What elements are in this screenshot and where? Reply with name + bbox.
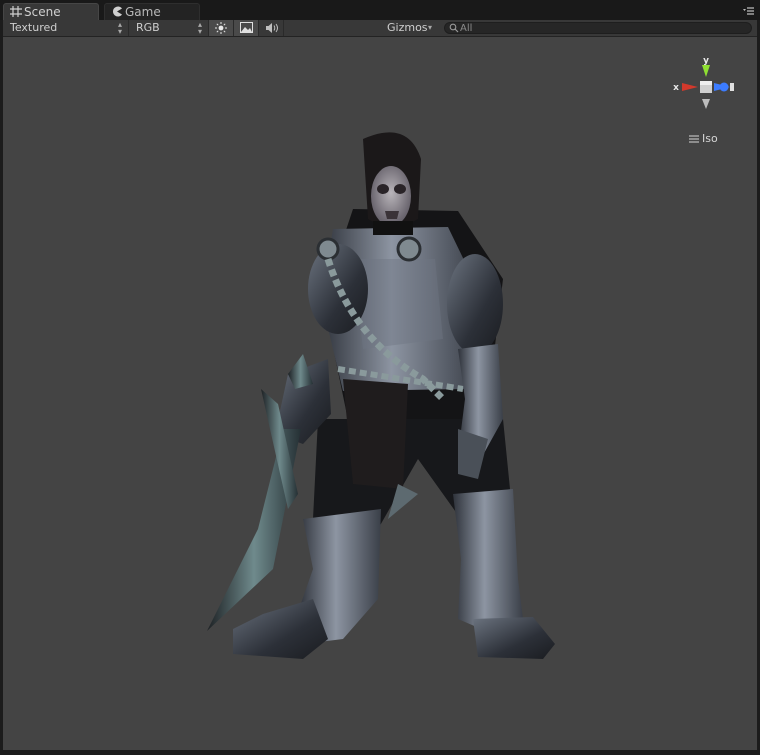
draw-mode-dropdown[interactable]: Textured ▴ ▾ <box>3 20 129 36</box>
draw-mode-label: Textured <box>10 21 58 34</box>
render-mode-label: RGB <box>136 21 160 34</box>
pacman-icon <box>111 5 123 18</box>
gizmos-label: Gizmos <box>387 21 428 34</box>
hamburger-icon <box>689 133 699 146</box>
dropdown-arrows-icon: ▴ ▾ <box>117 20 122 36</box>
gizmo-neg-x-cone[interactable] <box>730 83 734 91</box>
projection-text: Iso <box>702 132 718 145</box>
bottom-border <box>0 750 760 755</box>
search-input[interactable] <box>460 22 740 34</box>
projection-label[interactable]: Iso <box>689 132 718 146</box>
gizmo-neg-y-cone[interactable] <box>702 99 710 109</box>
dropdown-arrows-icon: ▴ ▾ <box>197 20 202 36</box>
panel-menu-icon[interactable] <box>742 6 754 16</box>
grid-icon <box>10 5 22 18</box>
tab-game-label: Game <box>125 5 161 19</box>
tab-scene-label: Scene <box>24 5 61 19</box>
gizmo-x-label: x <box>673 83 679 93</box>
render-mode-dropdown[interactable]: RGB ▴ ▾ <box>129 20 209 36</box>
scene-audio-toggle[interactable] <box>259 20 284 36</box>
search-icon <box>449 23 459 36</box>
armored-skeleton-knight-model[interactable] <box>203 99 563 659</box>
scene-viewport[interactable]: y x Iso <box>3 37 757 750</box>
gizmos-dropdown[interactable]: Gizmos ▾ <box>381 20 437 36</box>
chevron-down-icon: ▾ <box>428 23 433 32</box>
scene-effects-toggle[interactable] <box>234 20 259 36</box>
scene-toolbar: Textured ▴ ▾ RGB ▴ ▾ Gizmos ▾ All <box>3 20 757 37</box>
scene-lighting-toggle[interactable] <box>209 20 234 36</box>
orientation-gizmo[interactable]: y x <box>668 45 740 117</box>
scene-search[interactable] <box>444 22 752 34</box>
gizmo-y-label: y <box>703 56 709 66</box>
tab-game[interactable]: Game <box>104 3 200 20</box>
tab-bar: Scene Game <box>0 0 760 20</box>
tab-scene[interactable]: Scene <box>3 3 99 20</box>
gizmo-y-cone[interactable] <box>702 65 710 77</box>
gizmo-x-cone[interactable] <box>682 83 698 91</box>
